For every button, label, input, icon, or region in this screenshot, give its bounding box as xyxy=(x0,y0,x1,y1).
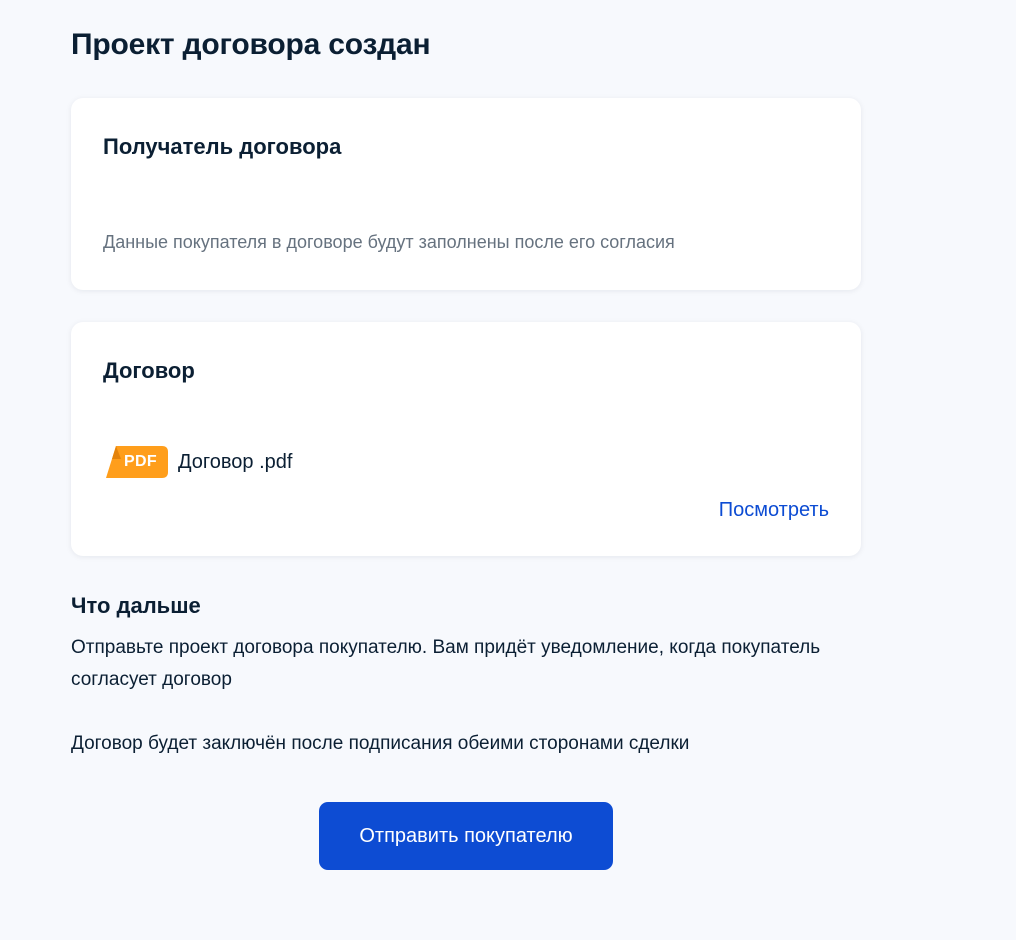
recipient-note: Данные покупателя в договоре будут запол… xyxy=(103,232,675,252)
next-steps-title: Что дальше xyxy=(71,593,201,618)
next-steps-paragraph-1: Отправьте проект договора покупателю. Ва… xyxy=(71,637,821,690)
file-name: Договор .pdf xyxy=(178,451,293,473)
recipient-card: Получатель договора Данные покупателя в … xyxy=(71,98,861,290)
contract-card: Договор PDF Договор .pdf Посмотреть xyxy=(71,322,861,556)
send-to-buyer-button[interactable]: Отправить покупателю xyxy=(319,802,613,870)
next-steps-paragraph-2: Договор будет заключён после подписания … xyxy=(71,733,690,754)
pdf-badge-label: PDF xyxy=(124,453,157,470)
view-contract-link[interactable]: Посмотреть xyxy=(719,497,829,523)
page-title: Проект договора создан xyxy=(71,28,431,61)
recipient-card-title: Получатель договора xyxy=(103,134,342,159)
contract-file: PDF Договор .pdf xyxy=(106,446,292,478)
contract-card-title: Договор xyxy=(103,358,195,383)
pdf-file-icon: PDF xyxy=(106,446,168,478)
